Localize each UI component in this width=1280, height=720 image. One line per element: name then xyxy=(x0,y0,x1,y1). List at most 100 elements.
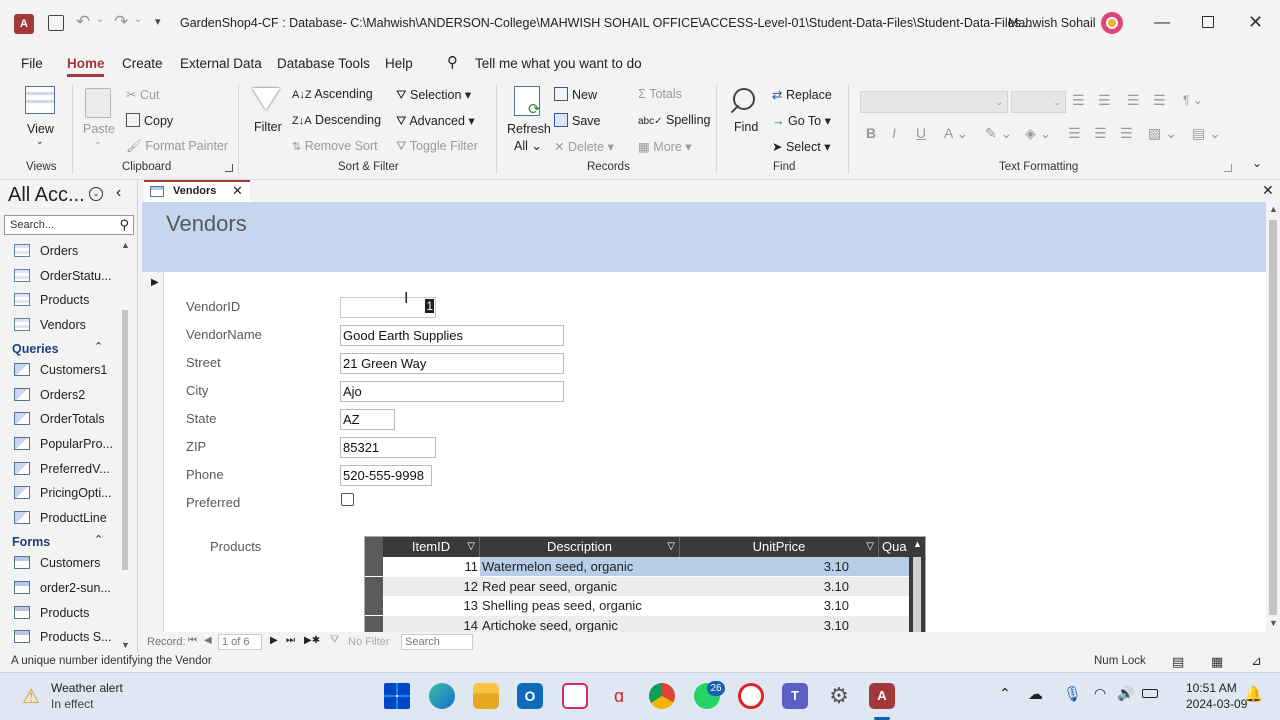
nav-group-forms[interactable]: Forms xyxy=(12,535,50,549)
menu-home[interactable]: Home xyxy=(67,56,105,71)
row-selector[interactable] xyxy=(365,576,383,596)
row-selector[interactable] xyxy=(365,596,383,615)
menu-file[interactable]: File xyxy=(21,56,43,71)
cell-itemid[interactable]: 11 xyxy=(383,557,480,576)
align-left-icon[interactable]: ☰ xyxy=(1068,125,1081,142)
paragraph-icon[interactable]: ¶ ⌄ xyxy=(1183,93,1203,107)
nav-scroll-up-icon[interactable]: ▲ xyxy=(121,240,130,250)
highlight-icon[interactable]: ✎ ⌄ xyxy=(985,125,1012,142)
undo-icon[interactable]: ↶ xyxy=(76,12,90,32)
view-dropdown-icon[interactable]: ⌄ xyxy=(36,136,44,147)
last-record-icon[interactable]: ⏭ xyxy=(286,635,295,646)
descending-button[interactable]: Z↓A Descending xyxy=(292,113,381,127)
font-name-select[interactable]: ⌄ xyxy=(860,91,1008,113)
cell-description[interactable]: Red pear seed, organic xyxy=(480,577,680,596)
column-unitprice[interactable]: UnitPrice ▽ xyxy=(680,537,879,557)
totals-button[interactable]: Σ Totals xyxy=(638,87,682,101)
nav-search-input[interactable]: Search... ⚲ xyxy=(4,215,134,235)
form-view-icon[interactable]: ▤ xyxy=(1172,654,1184,670)
street-field[interactable]: 21 Green Way xyxy=(340,353,564,374)
cast-icon[interactable] xyxy=(738,683,764,709)
column-dropdown-icon[interactable]: ▽ xyxy=(866,537,874,557)
battery-icon[interactable] xyxy=(1142,689,1158,698)
close-document-icon[interactable]: ✕ xyxy=(1262,182,1274,199)
table-row[interactable]: 12 Red pear seed, organic 3.10 xyxy=(365,576,909,596)
form-scroll-up-icon[interactable]: ▲ xyxy=(1269,204,1278,214)
align-center-icon[interactable]: ☰ xyxy=(1094,125,1107,142)
table-row[interactable]: 11 Watermelon seed, organic 3.10 xyxy=(365,557,909,577)
close-tab-icon[interactable]: ✕ xyxy=(232,183,243,199)
subform-scrollbar[interactable]: ▲ xyxy=(909,537,925,633)
select-button[interactable]: ➤ Select ▾ xyxy=(772,139,830,154)
cell-description[interactable]: Shelling peas seed, organic xyxy=(480,596,680,615)
nav-item-query-pricingoptions[interactable]: PricingOpti... xyxy=(14,486,114,508)
nav-scroll-thumb[interactable] xyxy=(122,310,128,570)
previous-record-icon[interactable]: ◀ xyxy=(204,635,212,646)
user-name[interactable]: Mahwish Sohail xyxy=(1008,16,1096,30)
cell-itemid[interactable]: 12 xyxy=(383,577,480,596)
nav-item-query-customers1[interactable]: Customers1 xyxy=(14,363,114,385)
fill-color-icon[interactable]: ◈ ⌄ xyxy=(1025,125,1051,142)
cell-quantity[interactable] xyxy=(879,557,909,576)
warning-icon[interactable]: ⚠ xyxy=(22,684,40,709)
column-dropdown-icon[interactable]: ▽ xyxy=(667,537,675,557)
view-button[interactable]: View xyxy=(27,122,54,136)
design-view-icon[interactable]: ⊿ xyxy=(1251,653,1262,669)
menu-help[interactable]: Help xyxy=(385,56,413,71)
restore-button[interactable] xyxy=(1202,16,1214,28)
city-field[interactable]: Ajo xyxy=(340,381,564,402)
start-icon[interactable] xyxy=(384,683,410,709)
replace-button[interactable]: ⇄ Replace xyxy=(772,87,832,102)
microphone-icon[interactable]: 🎙 xyxy=(1063,685,1082,703)
find-button[interactable]: Find xyxy=(734,120,758,134)
close-window-button[interactable]: ✕ xyxy=(1248,12,1263,33)
alternate-row-color-icon[interactable]: ▤ ⌄ xyxy=(1192,125,1221,142)
record-selector[interactable]: ▶ xyxy=(142,272,164,632)
notification-bell-icon[interactable]: 🔔 xyxy=(1244,685,1263,703)
copy-button[interactable]: Copy xyxy=(126,113,173,128)
redo-dropdown-icon[interactable]: ⌄ xyxy=(134,14,142,25)
spelling-button[interactable]: abc✓ Spelling xyxy=(638,113,710,127)
nav-item-query-ordertotals[interactable]: OrderTotals xyxy=(14,412,114,434)
subform-scroll-up-icon[interactable]: ▲ xyxy=(913,539,922,549)
clock-time[interactable]: 10:51 AM xyxy=(1186,681,1237,695)
row-selector[interactable] xyxy=(365,557,383,576)
access-taskbar-icon[interactable]: A xyxy=(869,683,895,709)
nav-item-table-vendors[interactable]: Vendors xyxy=(14,318,114,340)
refresh-all-label[interactable]: All ⌄ xyxy=(514,138,542,153)
menu-database-tools[interactable]: Database Tools xyxy=(277,56,370,71)
filter-status[interactable]: No Filter xyxy=(348,636,390,648)
italic-icon[interactable]: I xyxy=(892,125,896,141)
form-scroll-thumb[interactable] xyxy=(1269,220,1277,615)
paste-dropdown-icon[interactable]: ⌄ xyxy=(94,136,102,147)
undo-dropdown-icon[interactable]: ⌄ xyxy=(96,14,104,25)
onedrive-icon[interactable]: ☁ xyxy=(1028,685,1043,703)
record-search-input[interactable]: Search xyxy=(401,634,473,650)
filter-icon[interactable] xyxy=(252,88,280,110)
outlook-icon[interactable]: O xyxy=(517,683,543,709)
chrome-icon[interactable] xyxy=(649,683,675,709)
cell-unitprice[interactable]: 3.10 xyxy=(680,557,879,576)
cell-description[interactable]: Watermelon seed, organic xyxy=(480,557,680,576)
nav-item-form-order2[interactable]: order2-sun... xyxy=(14,581,114,603)
avatar[interactable] xyxy=(1101,12,1123,34)
clipboard-launcher-icon[interactable] xyxy=(225,164,233,172)
refresh-all-button[interactable]: Refresh xyxy=(507,122,551,136)
minimize-button[interactable]: — xyxy=(1154,14,1170,32)
weather-title[interactable]: Weather alert xyxy=(51,681,123,695)
save-record-button[interactable]: Save xyxy=(554,113,601,128)
paste-button[interactable]: Paste xyxy=(83,122,115,136)
ascending-button[interactable]: A↓Z Ascending xyxy=(292,87,373,101)
new-record-nav-icon[interactable]: ▶✱ xyxy=(304,635,320,646)
tell-me-search[interactable]: Tell me what you want to do xyxy=(475,56,642,71)
show-hidden-icons[interactable]: ⌃ xyxy=(999,685,1011,702)
nav-item-table-orders[interactable]: Orders xyxy=(14,244,114,266)
collapse-forms-icon[interactable]: ⌃ xyxy=(94,533,103,546)
table-row[interactable]: 13 Shelling peas seed, organic 3.10 xyxy=(365,596,909,616)
zip-field[interactable]: 85321 xyxy=(340,437,436,458)
teams-icon[interactable]: T xyxy=(782,683,808,709)
view-icon[interactable] xyxy=(25,86,55,114)
gridlines-icon[interactable]: ▧ ⌄ xyxy=(1148,125,1177,142)
acrobat-icon[interactable]: ɑ xyxy=(606,683,632,709)
bold-icon[interactable]: B xyxy=(866,125,876,141)
